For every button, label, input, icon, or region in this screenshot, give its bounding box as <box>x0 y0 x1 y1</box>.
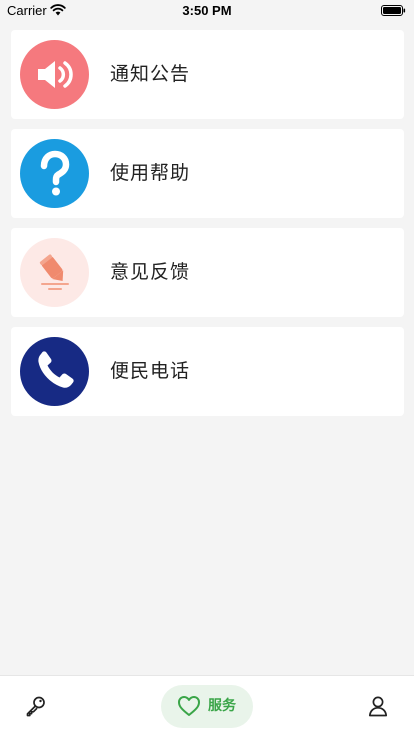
menu-label: 意见反馈 <box>110 261 191 283</box>
bottom-tab-bar: 服务 <box>0 675 414 736</box>
user-icon[interactable] <box>366 694 390 718</box>
heart-icon <box>178 696 200 716</box>
speaker-icon <box>20 40 89 109</box>
service-menu-list: 通知公告 使用帮助 意见反馈 便民电话 <box>11 30 404 426</box>
tab-service-label: 服务 <box>208 698 236 714</box>
menu-item-feedback[interactable]: 意见反馈 <box>11 228 404 317</box>
menu-item-notice[interactable]: 通知公告 <box>11 30 404 119</box>
key-icon[interactable] <box>24 694 48 718</box>
tab-service[interactable]: 服务 <box>161 685 253 728</box>
menu-item-phone[interactable]: 便民电话 <box>11 327 404 416</box>
menu-label: 使用帮助 <box>110 162 191 184</box>
menu-label: 便民电话 <box>110 360 191 382</box>
status-bar: Carrier 3:50 PM <box>0 0 414 20</box>
pencil-feedback-icon <box>20 238 89 307</box>
menu-label: 通知公告 <box>110 63 191 85</box>
question-mark-icon <box>20 139 89 208</box>
phone-icon <box>20 337 89 406</box>
menu-item-help[interactable]: 使用帮助 <box>11 129 404 218</box>
battery-icon <box>381 5 406 16</box>
clock-time: 3:50 PM <box>182 3 232 18</box>
